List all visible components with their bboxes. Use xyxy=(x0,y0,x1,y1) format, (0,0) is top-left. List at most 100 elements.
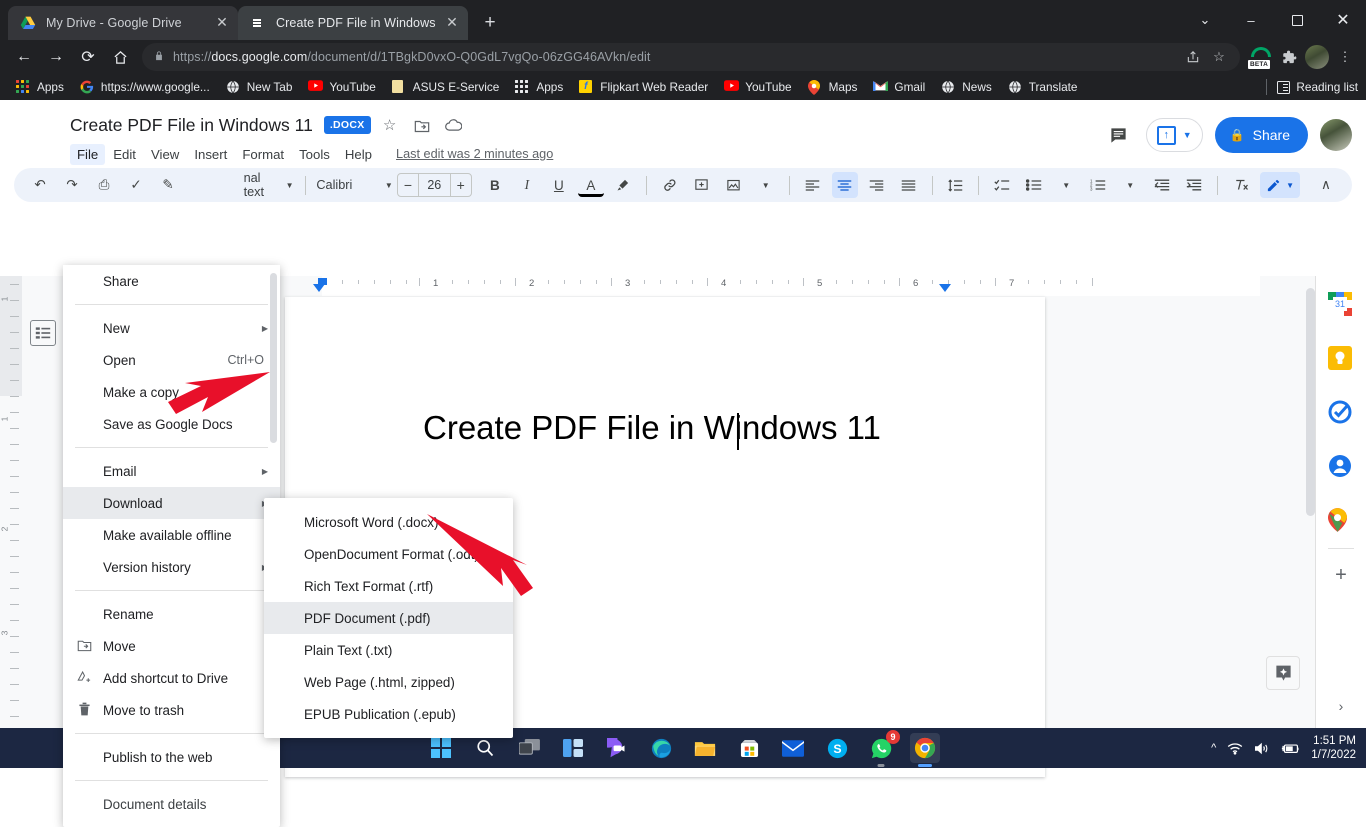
document-heading[interactable]: Create PDF File in Windows 11 xyxy=(423,409,881,447)
submenu-item-rtf[interactable]: Rich Text Format (.rtf) xyxy=(264,570,513,602)
bookmark-news[interactable]: News xyxy=(933,76,1000,98)
menu-item-move-to-trash[interactable]: Move to trash xyxy=(63,694,280,726)
menu-item-email[interactable]: Email▶ xyxy=(63,455,280,487)
menu-edit[interactable]: Edit xyxy=(106,144,143,165)
microsoft-store-icon[interactable] xyxy=(734,733,764,763)
menu-item-make-available-offline[interactable]: Make available offline xyxy=(63,519,280,551)
wifi-icon[interactable] xyxy=(1227,742,1243,755)
tab-search-chevron-icon[interactable]: ⌄ xyxy=(1182,0,1228,40)
download-submenu[interactable]: Microsoft Word (.docx) OpenDocument Form… xyxy=(264,498,513,738)
spellcheck-icon[interactable]: ✓ xyxy=(123,172,149,198)
minimize-button[interactable]: – xyxy=(1228,0,1274,40)
bookmark-youtube-2[interactable]: YouTube xyxy=(716,76,799,98)
browser-tab-docs[interactable]: Create PDF File in Windows 11.do ✕ xyxy=(238,6,468,40)
task-view-icon[interactable] xyxy=(514,733,544,763)
extensions-puzzle-icon[interactable] xyxy=(1276,44,1302,70)
menu-item-publish-to-the-web[interactable]: Publish to the web xyxy=(63,741,280,773)
forward-icon[interactable]: → xyxy=(40,41,72,73)
submenu-item-odt[interactable]: OpenDocument Format (.odt) xyxy=(264,538,513,570)
paragraph-style-select[interactable]: nal text▼ xyxy=(240,172,298,198)
bookmark-translate[interactable]: Translate xyxy=(1000,76,1086,98)
google-calendar-icon[interactable]: 31 xyxy=(1328,292,1354,318)
bookmark-google[interactable]: https://www.google... xyxy=(72,76,218,98)
address-bar[interactable]: https://docs.google.com/document/d/1TBgk… xyxy=(142,43,1240,71)
underline-button[interactable]: U xyxy=(546,172,572,198)
reading-list-button[interactable]: Reading list xyxy=(1266,79,1358,95)
line-spacing-icon[interactable] xyxy=(942,172,968,198)
menu-item-save-as-google-docs[interactable]: Save as Google Docs xyxy=(63,408,280,440)
link-icon[interactable] xyxy=(657,172,683,198)
decrease-font-size-button[interactable]: − xyxy=(398,174,418,196)
battery-icon[interactable] xyxy=(1281,742,1300,755)
bookmark-gmail[interactable]: Gmail xyxy=(865,76,933,98)
align-justify-icon[interactable] xyxy=(896,172,922,198)
google-maps-icon[interactable] xyxy=(1328,508,1354,534)
menu-scrollbar-thumb[interactable] xyxy=(270,273,277,443)
numbered-list-icon[interactable]: 123 xyxy=(1085,172,1111,198)
submenu-item-epub[interactable]: EPUB Publication (.epub) xyxy=(264,698,513,730)
chevron-down-icon[interactable]: ▼ xyxy=(1117,172,1143,198)
clear-formatting-icon[interactable] xyxy=(1228,172,1254,198)
highlight-icon[interactable] xyxy=(610,172,636,198)
menu-item-download[interactable]: Download▶ xyxy=(63,487,280,519)
bookmark-new-tab[interactable]: New Tab xyxy=(218,76,301,98)
close-icon[interactable]: ✕ xyxy=(214,15,230,31)
bold-button[interactable]: B xyxy=(482,172,508,198)
menu-item-share[interactable]: Share xyxy=(63,265,280,297)
font-select[interactable]: Calibri▼ xyxy=(312,172,396,198)
menu-format[interactable]: Format xyxy=(235,144,291,165)
back-icon[interactable]: ← xyxy=(8,41,40,73)
beta-extension-icon[interactable]: BETA xyxy=(1248,45,1274,69)
align-center-icon[interactable] xyxy=(832,172,858,198)
move-to-folder-icon[interactable] xyxy=(409,112,435,138)
profile-avatar[interactable] xyxy=(1305,45,1329,69)
bookmark-youtube-1[interactable]: YouTube xyxy=(300,76,383,98)
checklist-icon[interactable] xyxy=(989,172,1015,198)
align-left-icon[interactable] xyxy=(800,172,826,198)
google-keep-icon[interactable] xyxy=(1328,346,1354,372)
taskbar-clock[interactable]: 1:51 PM 1/7/2022 xyxy=(1311,734,1356,762)
edge-icon[interactable] xyxy=(646,733,676,763)
docs-logo-icon[interactable] xyxy=(18,116,54,158)
increase-font-size-button[interactable]: + xyxy=(451,174,471,196)
vertical-scrollbar[interactable] xyxy=(1306,288,1315,716)
menu-insert[interactable]: Insert xyxy=(187,144,234,165)
paint-format-icon[interactable]: ✎ xyxy=(155,172,181,198)
file-menu-dropdown[interactable]: Share New▶ OpenCtrl+O Make a copy Save a… xyxy=(63,265,280,827)
bookmark-maps[interactable]: Maps xyxy=(800,76,866,98)
volume-icon[interactable] xyxy=(1254,742,1270,755)
file-explorer-icon[interactable] xyxy=(690,733,720,763)
submenu-item-txt[interactable]: Plain Text (.txt) xyxy=(264,634,513,666)
document-outline-button[interactable] xyxy=(30,320,56,346)
maximize-button[interactable] xyxy=(1274,0,1320,40)
chevron-up-icon[interactable]: ^ xyxy=(1211,742,1216,754)
browser-tab-drive[interactable]: My Drive - Google Drive ✕ xyxy=(8,6,238,40)
menu-item-version-history[interactable]: Version history▶ xyxy=(63,551,280,583)
avatar[interactable] xyxy=(1320,119,1352,151)
whatsapp-icon[interactable]: 9 xyxy=(866,733,896,763)
undo-icon[interactable]: ↶ xyxy=(27,172,53,198)
close-icon[interactable]: ✕ xyxy=(444,15,460,31)
font-size-input[interactable]: 26 xyxy=(418,174,450,196)
submenu-item-docx[interactable]: Microsoft Word (.docx) xyxy=(264,506,513,538)
cloud-saved-icon[interactable] xyxy=(441,112,467,138)
new-tab-button[interactable]: + xyxy=(476,9,504,37)
italic-button[interactable]: I xyxy=(514,172,540,198)
teams-chat-icon[interactable] xyxy=(602,733,632,763)
menu-tools[interactable]: Tools xyxy=(292,144,337,165)
menu-view[interactable]: View xyxy=(144,144,186,165)
submenu-item-pdf[interactable]: PDF Document (.pdf) xyxy=(264,602,513,634)
collapse-toolbar-icon[interactable]: ∧ xyxy=(1313,172,1339,198)
editing-mode-button[interactable]: ▼ xyxy=(1260,172,1300,198)
bookmark-apps-1[interactable]: Apps xyxy=(8,76,72,98)
print-icon[interactable]: ⎙ xyxy=(91,172,117,198)
chrome-menu-icon[interactable]: ⋮ xyxy=(1332,44,1358,70)
bookmark-star-icon[interactable]: ☆ xyxy=(1206,44,1232,70)
horizontal-ruler[interactable]: 1 2 3 4 5 6 7 xyxy=(282,276,1304,296)
menu-item-add-shortcut-to-drive[interactable]: Add shortcut to Drive xyxy=(63,662,280,694)
zoom-select[interactable] xyxy=(184,172,192,198)
comment-icon[interactable] xyxy=(1102,118,1136,152)
star-icon[interactable]: ☆ xyxy=(377,112,403,138)
chrome-icon[interactable] xyxy=(910,733,940,763)
mail-icon[interactable] xyxy=(778,733,808,763)
